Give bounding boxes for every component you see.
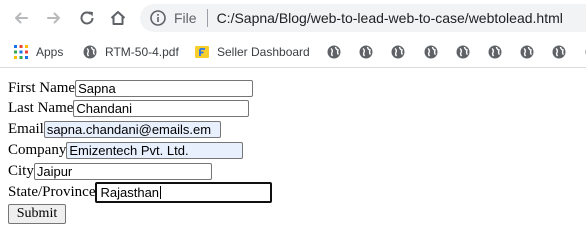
first-name-label: First Name bbox=[8, 80, 76, 96]
omnibox-divider bbox=[206, 9, 208, 27]
state-label: State/Province bbox=[8, 184, 96, 200]
scheme-label: File bbox=[174, 10, 197, 26]
globe-icon bbox=[456, 45, 470, 58]
home-icon bbox=[110, 11, 126, 25]
back-button[interactable] bbox=[9, 6, 33, 30]
bookmark-globe-5[interactable] bbox=[456, 36, 470, 67]
globe-icon bbox=[391, 45, 405, 58]
bookmark-globe-7[interactable] bbox=[520, 36, 534, 67]
bookmark-label: RTM-50-4.pdf bbox=[105, 44, 179, 59]
bookmark-label: Apps bbox=[36, 44, 64, 59]
url-text[interactable]: C:/Sapna/Blog/web-to-lead-web-to-case/we… bbox=[217, 10, 563, 26]
city-label: City bbox=[8, 163, 34, 179]
browser-toolbar: File C:/Sapna/Blog/web-to-lead-web-to-ca… bbox=[0, 0, 586, 36]
globe-icon bbox=[424, 45, 438, 58]
arrow-right-icon bbox=[47, 12, 60, 24]
forward-button[interactable] bbox=[42, 6, 66, 30]
globe-icon bbox=[488, 45, 502, 58]
state-input-value: Rajasthan bbox=[100, 185, 160, 200]
first-name-input[interactable]: Sapna bbox=[75, 80, 254, 97]
text-caret bbox=[160, 186, 162, 199]
first-name-row: First Name Sapna bbox=[8, 78, 254, 99]
bookmark-globe-2[interactable] bbox=[359, 36, 373, 67]
bookmark-globe-3[interactable] bbox=[391, 36, 405, 67]
company-label: Company bbox=[8, 142, 67, 158]
globe-icon bbox=[552, 45, 566, 58]
bookmarks-bar: Apps RTM-50-4.pdf Seller Dashboard bbox=[0, 36, 586, 68]
reload-icon bbox=[80, 11, 94, 25]
last-name-input[interactable]: Chandani bbox=[73, 100, 250, 117]
bookmark-globe-6[interactable] bbox=[488, 36, 502, 67]
last-name-row: Last Name Chandani bbox=[8, 98, 250, 119]
bookmark-globe-4[interactable] bbox=[424, 36, 438, 67]
email-label: Email bbox=[8, 121, 44, 137]
address-bar[interactable]: File C:/Sapna/Blog/web-to-lead-web-to-ca… bbox=[140, 4, 586, 32]
last-name-label: Last Name bbox=[8, 100, 74, 116]
company-row: Company Emizentech Pvt. Ltd. bbox=[8, 140, 244, 161]
company-input[interactable]: Emizentech Pvt. Ltd. bbox=[66, 142, 244, 159]
bookmark-apps[interactable]: Apps bbox=[14, 36, 63, 67]
city-row: City Jaipur bbox=[8, 161, 212, 182]
apps-grid-icon bbox=[14, 44, 28, 59]
bookmark-rtm-pdf[interactable]: RTM-50-4.pdf bbox=[83, 36, 179, 67]
bookmark-seller-dashboard[interactable]: Seller Dashboard bbox=[195, 36, 310, 67]
globe-icon bbox=[520, 45, 534, 58]
submit-button[interactable]: Submit bbox=[8, 204, 66, 224]
state-row: State/Province Rajasthan bbox=[8, 182, 273, 203]
reload-button[interactable] bbox=[75, 6, 99, 30]
info-icon[interactable] bbox=[150, 10, 166, 26]
globe-icon bbox=[83, 45, 97, 58]
bookmark-label: Seller Dashboard bbox=[217, 44, 310, 59]
city-input[interactable]: Jaipur bbox=[33, 163, 212, 180]
globe-icon bbox=[327, 45, 341, 58]
bookmark-globe-8[interactable] bbox=[552, 36, 566, 67]
email-input[interactable]: sapna.chandani@emails.em bbox=[43, 121, 221, 138]
state-input[interactable]: Rajasthan bbox=[95, 182, 273, 203]
flipkart-icon bbox=[195, 45, 209, 58]
email-row: Email sapna.chandani@emails.em bbox=[8, 119, 221, 140]
web-to-lead-form: First Name Sapna Last Name Chandani Emai… bbox=[0, 68, 586, 233]
arrow-left-icon bbox=[15, 12, 28, 24]
globe-icon bbox=[359, 45, 373, 58]
home-button[interactable] bbox=[106, 6, 130, 30]
bookmark-globe-1[interactable] bbox=[327, 36, 341, 67]
